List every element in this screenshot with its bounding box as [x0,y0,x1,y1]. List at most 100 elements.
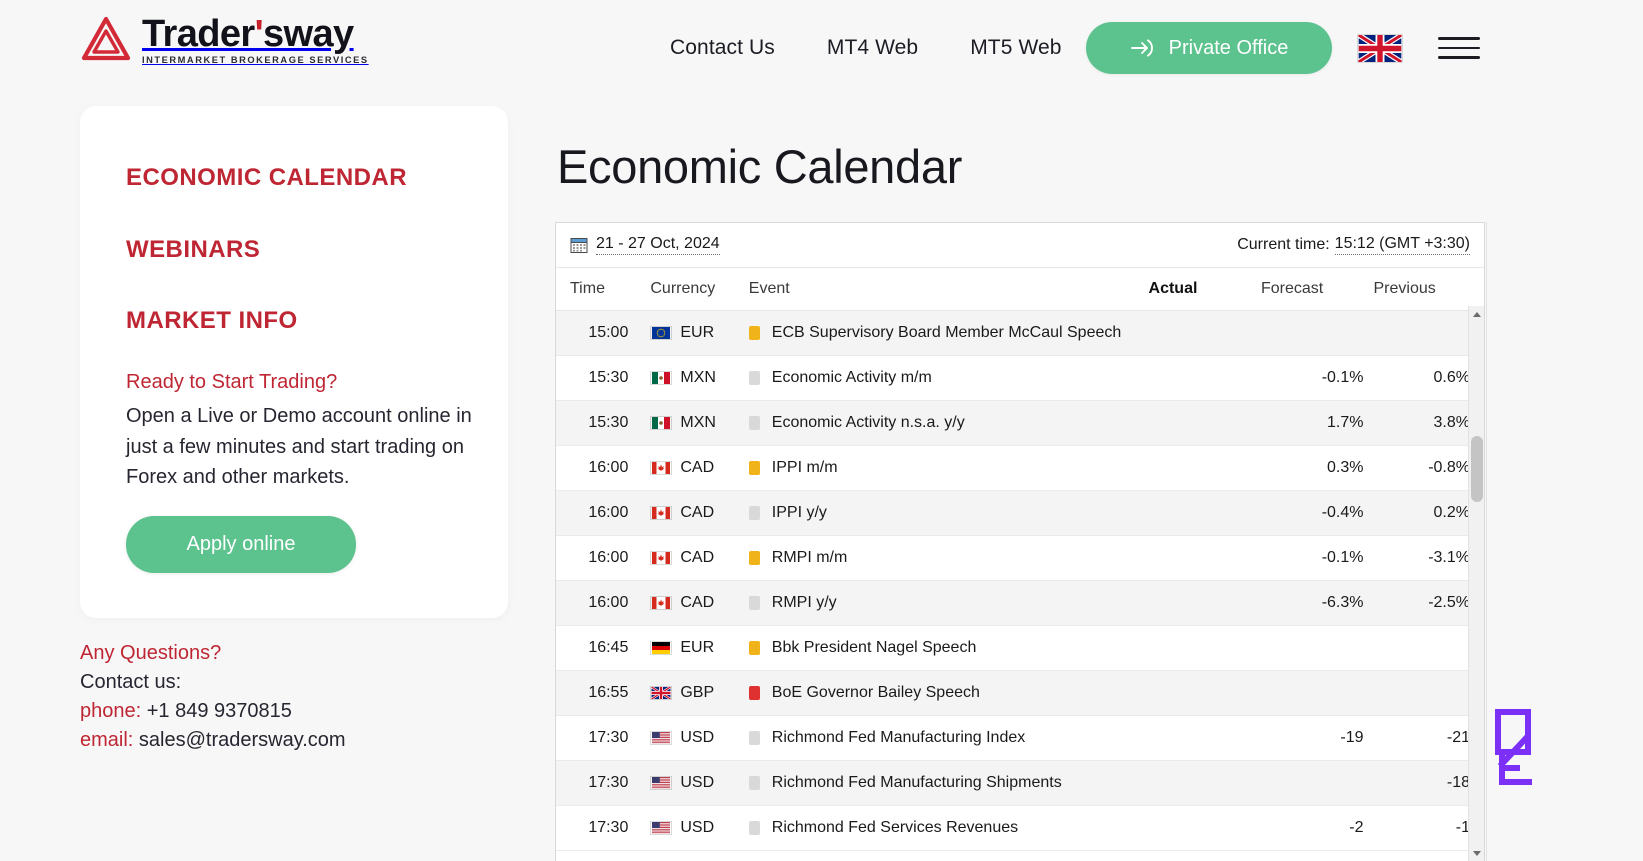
cell-event: ECB Supervisory Board Member McCaul Spee… [742,310,1149,356]
table-row[interactable]: 15:30 MXN Economic Activity n.s.a. y/y 1.7%… [556,400,1484,446]
importance-med-indicator [748,326,760,340]
cell-time: 16:00 [556,580,643,626]
hamburger-menu-button[interactable] [1438,32,1480,64]
cell-time: 16:00 [556,535,643,581]
column-header-actual[interactable]: Actual [1148,268,1261,311]
promo-body: Open a Live or Demo account online in ju… [126,405,472,488]
table-row[interactable]: 16:00 CAD RMPI m/m -0.1% -3.1% [556,535,1484,581]
cell-forecast: 1.7% [1261,400,1374,446]
uk-flag-icon [1357,33,1403,63]
event-name[interactable]: Richmond Fed Manufacturing Shipments [772,774,1062,792]
scroll-up-button[interactable] [1469,306,1484,322]
table-row[interactable]: 16:00 CAD IPPI y/y -0.4% 0.2% [556,490,1484,536]
table-row[interactable]: 15:00 EUR ECB Supervisory Board Member McC… [556,310,1484,356]
column-header-event[interactable]: Event [742,268,1149,311]
private-office-button[interactable]: Private Office [1086,22,1332,74]
event-name[interactable]: Bbk President Nagel Speech [772,639,977,657]
event-name[interactable]: BoE Governor Bailey Speech [772,684,980,702]
cell-currency: CAD [642,490,743,536]
table-row[interactable]: 15:30 MXN Economic Activity m/m -0.1% 0.6% [556,355,1484,401]
sidebar-item-market-info[interactable]: MARKET INFO [126,307,298,335]
contact-email-row: email: sales@tradersway.com [80,729,510,752]
nav-item-contact-us[interactable]: Contact Us [670,36,775,60]
cell-currency: USD [642,760,743,806]
flag-us-icon [650,731,673,745]
cell-time: 17:30 [556,760,643,806]
importance-med-indicator [748,641,760,655]
event-name[interactable]: IPPI m/m [772,459,838,477]
logo-wordmark: Trader'sway [142,12,354,55]
column-header-currency[interactable]: Currency [642,268,743,311]
cell-time: 15:30 [556,355,643,401]
flag-de-icon [650,641,673,655]
table-row[interactable]: 16:00 CAD RMPI y/y -6.3% -2.5% [556,580,1484,626]
table-row[interactable]: 17:30 USD Richmond Fed Manufacturing Index… [556,715,1484,761]
cell-forecast [1261,625,1374,671]
cell-event: Richmond Fed Manufacturing Shipments [742,760,1149,806]
column-header-previous[interactable]: Previous [1373,268,1484,311]
event-name[interactable]: RMPI y/y [772,594,837,612]
calendar-scrollbar[interactable] [1468,306,1484,861]
email-value[interactable]: sales@tradersway.com [139,729,346,751]
event-name[interactable]: Economic Activity m/m [772,369,932,387]
apply-online-button[interactable]: Apply online [126,516,356,573]
event-name[interactable]: ECB Supervisory Board Member McCaul Spee… [772,324,1121,342]
event-name[interactable]: IPPI y/y [772,504,827,522]
cell-time: 16:00 [556,490,643,536]
sidebar-item-economic-calendar[interactable]: ECONOMIC CALENDAR [126,164,407,192]
phone-value[interactable]: +1 849 9370815 [147,700,292,722]
cell-event: IPPI y/y [742,490,1149,536]
event-name[interactable]: Economic Activity n.s.a. y/y [772,414,965,432]
column-header-time[interactable]: Time [556,268,643,311]
importance-low-indicator [748,821,760,835]
importance-low-indicator [748,506,760,520]
event-name[interactable]: Richmond Fed Manufacturing Index [772,729,1025,747]
site-logo[interactable]: Trader'sway INTERMARKET BROKERAGE SERVIC… [80,14,369,66]
tradersway-triangle-icon [80,14,132,66]
scroll-down-button[interactable] [1469,845,1484,861]
table-row[interactable]: 17:30 USD Richmond Fed Manufacturing Shipm… [556,760,1484,806]
flag-mx-icon [650,371,673,385]
promo-heading: Ready to Start Trading? [126,371,338,393]
current-time-value[interactable]: 15:12 (GMT +3:30) [1334,235,1470,255]
language-switcher[interactable] [1356,32,1404,64]
importance-low-indicator [748,596,760,610]
cell-forecast: -19 [1261,715,1374,761]
nav-item-mt4-web[interactable]: MT4 Web [827,36,918,60]
cell-actual [1148,715,1261,761]
table-row[interactable]: 17:30 USD Richmond Fed Services Revenues -2… [556,805,1484,851]
cell-time: 15:30 [556,400,643,446]
currency-code: USD [680,819,715,836]
importance-med-indicator [748,551,760,565]
flag-eu-icon [650,326,673,340]
table-row[interactable]: 16:00 CAD IPPI m/m 0.3% -0.8% [556,445,1484,491]
cell-actual [1148,400,1261,446]
flag-gb-icon [650,686,673,700]
date-range-picker[interactable]: 21 - 27 Oct, 2024 [570,235,720,255]
cell-event: BoE Governor Bailey Speech [742,670,1149,716]
event-name[interactable]: Richmond Fed Services Revenues [772,819,1018,837]
scrollbar-thumb[interactable] [1471,436,1483,502]
table-row[interactable]: 16:45 EUR Bbk President Nagel Speech [556,625,1484,671]
cell-event: RMPI y/y [742,580,1149,626]
cell-currency: CAD [642,580,743,626]
table-row[interactable]: 16:55 GBP BoE Governor Bailey Speech [556,670,1484,716]
cell-actual [1148,535,1261,581]
cell-forecast: -0.1% [1261,355,1374,401]
cell-actual [1148,355,1261,401]
logo-tagline: INTERMARKET BROKERAGE SERVICES [142,54,369,65]
column-header-forecast[interactable]: Forecast [1261,268,1374,311]
cell-forecast: -2 [1261,805,1374,851]
cell-time: 17:30 [556,715,643,761]
sidebar-item-webinars[interactable]: WEBINARS [126,236,260,264]
cell-event: IPPI m/m [742,445,1149,491]
event-name[interactable]: RMPI m/m [772,549,848,567]
currency-code: EUR [680,639,715,656]
hamburger-line [1438,46,1480,50]
nav-item-mt5-web[interactable]: MT5 Web [970,36,1061,60]
cell-currency: EUR [642,625,743,671]
date-range-value[interactable]: 21 - 27 Oct, 2024 [596,235,720,255]
contact-block: Any Questions? Contact us: phone: +1 849… [80,642,510,758]
brand-watermark-icon [1494,708,1560,788]
importance-low-indicator [748,731,760,745]
